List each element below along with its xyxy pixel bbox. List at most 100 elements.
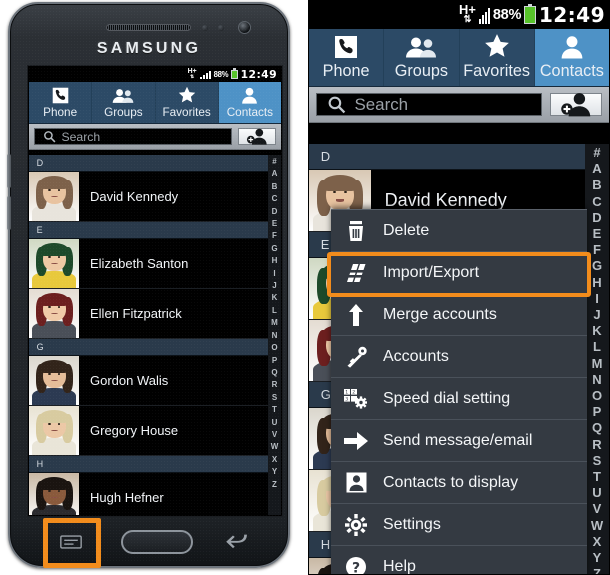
contact-list-small[interactable]: D David Kennedy E Elizabeth Santon Ellen … xyxy=(29,155,281,515)
index-letter[interactable]: I xyxy=(273,268,275,280)
menu-item-accounts[interactable]: Accounts xyxy=(331,336,587,378)
index-letter[interactable]: J xyxy=(272,280,276,292)
tab-phone-label: Phone xyxy=(43,105,78,119)
index-letter[interactable]: W xyxy=(591,518,603,534)
index-letter[interactable]: A xyxy=(272,168,278,180)
index-letter[interactable]: P xyxy=(272,355,277,367)
index-letter[interactable]: O xyxy=(271,342,277,354)
tab-phone[interactable]: Phone xyxy=(29,82,93,123)
back-key[interactable] xyxy=(225,531,249,549)
index-letter[interactable]: X xyxy=(593,534,602,550)
tab-contacts[interactable]: Contacts xyxy=(218,82,281,123)
contact-row[interactable]: David Kennedy xyxy=(29,172,268,222)
index-letter[interactable]: E xyxy=(272,218,277,230)
index-letter[interactable]: U xyxy=(592,485,601,501)
tab-groups[interactable]: Groups xyxy=(384,29,460,86)
index-letter[interactable]: K xyxy=(272,292,278,304)
index-letter[interactable]: K xyxy=(592,323,601,339)
add-contact-button[interactable] xyxy=(238,128,276,145)
index-letter[interactable]: R xyxy=(272,379,278,391)
index-letter[interactable]: G xyxy=(271,243,277,255)
tab-groups[interactable]: Groups xyxy=(92,82,156,123)
tab-bar: Phone Groups Favorites Contacts xyxy=(309,29,609,87)
menu-item-help[interactable]: ? Help xyxy=(331,546,587,574)
tab-favorites-label: Favorites xyxy=(463,61,530,80)
tab-phone-label: Phone xyxy=(322,61,370,80)
index-letter[interactable]: O xyxy=(592,388,602,404)
index-letter[interactable]: L xyxy=(272,305,277,317)
index-letter[interactable]: R xyxy=(592,437,601,453)
index-letter[interactable]: Y xyxy=(593,550,602,566)
index-letter[interactable]: D xyxy=(592,210,601,226)
index-letter[interactable]: S xyxy=(272,392,277,404)
index-letter[interactable]: P xyxy=(593,404,602,420)
index-letter[interactable]: Q xyxy=(592,420,602,436)
index-letter[interactable]: # xyxy=(272,156,276,168)
menu-item-send-message-email[interactable]: Send message/email xyxy=(331,420,587,462)
home-key[interactable] xyxy=(121,530,193,554)
index-letter[interactable]: C xyxy=(592,194,601,210)
index-letter[interactable]: D xyxy=(272,206,278,218)
index-letter[interactable]: Y xyxy=(272,466,277,478)
index-letter[interactable]: G xyxy=(592,258,602,274)
menu-item-contacts-to-display[interactable]: Contacts to display xyxy=(331,462,587,504)
index-letter[interactable]: B xyxy=(592,177,601,193)
index-letter[interactable]: C xyxy=(272,193,278,205)
zoomed-ui-panel: H+ ⇅ 88% 12:49 Phone Groups Favorites Co… xyxy=(308,0,610,575)
proximity-sensor xyxy=(202,25,208,31)
index-letter[interactable]: T xyxy=(272,404,277,416)
volume-up-button[interactable] xyxy=(7,154,11,188)
volume-down-button[interactable] xyxy=(7,196,11,230)
index-letter[interactable]: J xyxy=(593,307,600,323)
menu-item-merge-accounts[interactable]: Merge accounts xyxy=(331,294,587,336)
index-letter[interactable]: A xyxy=(592,161,601,177)
index-letter[interactable]: H xyxy=(272,255,278,267)
search-icon xyxy=(328,96,346,114)
index-letter[interactable]: V xyxy=(593,501,602,517)
index-letter[interactable]: V xyxy=(272,429,277,441)
search-input[interactable]: Search xyxy=(34,128,233,145)
menu-item-label: Delete xyxy=(383,221,430,239)
tab-favorites[interactable]: Favorites xyxy=(156,82,219,123)
contact-row[interactable]: Hugh Hefner xyxy=(29,473,268,515)
index-letter[interactable]: L xyxy=(593,339,601,355)
menu-item-import-export[interactable]: Import/Export xyxy=(331,252,587,294)
index-letter[interactable]: X xyxy=(272,454,277,466)
index-letter[interactable]: # xyxy=(593,145,600,161)
search-input[interactable]: Search xyxy=(315,92,542,117)
tab-favorites[interactable]: Favorites xyxy=(460,29,535,86)
index-letter[interactable]: M xyxy=(271,317,278,329)
alphabet-index-bar[interactable]: # A B C D E F G H I J K L M N O P Q R S T U V W X Y Z xyxy=(585,144,609,574)
options-menu[interactable]: Delete Import/Export Merge accounts Acco… xyxy=(331,209,587,574)
alphabet-index-bar[interactable]: # A B C D E F G H I J K L M N O P Q R S T U V W X Y Z xyxy=(268,155,281,515)
contact-row[interactable]: Gordon Walis xyxy=(29,356,268,406)
index-letter[interactable]: Z xyxy=(593,566,601,574)
index-letter[interactable]: N xyxy=(592,372,601,388)
index-letter[interactable]: F xyxy=(272,230,277,242)
index-letter[interactable]: S xyxy=(593,453,602,469)
index-letter[interactable]: H xyxy=(592,275,601,291)
contact-row[interactable]: Elizabeth Santon xyxy=(29,239,268,289)
index-letter[interactable]: T xyxy=(593,469,601,485)
tab-phone[interactable]: Phone xyxy=(309,29,385,86)
index-letter[interactable]: F xyxy=(593,242,601,258)
index-letter[interactable]: Z xyxy=(272,479,277,491)
contact-row[interactable]: Ellen Fitzpatrick xyxy=(29,289,268,339)
index-letter[interactable]: U xyxy=(272,417,278,429)
index-letter[interactable]: E xyxy=(593,226,602,242)
avatar xyxy=(29,473,79,515)
index-letter[interactable]: B xyxy=(272,181,278,193)
menu-item-delete[interactable]: Delete xyxy=(331,210,587,252)
menu-item-settings[interactable]: Settings xyxy=(331,504,587,546)
contact-row[interactable]: Gregory House xyxy=(29,406,268,456)
menu-item-speed-dial-setting[interactable]: 123 Speed dial setting xyxy=(331,378,587,420)
index-letter[interactable]: I xyxy=(595,291,599,307)
index-letter[interactable]: Q xyxy=(271,367,277,379)
speed-dial-icon: 123 xyxy=(343,388,369,410)
add-contact-button[interactable] xyxy=(549,92,603,117)
status-bar: H+ ⇅ 88% 12:49 xyxy=(309,1,609,29)
index-letter[interactable]: M xyxy=(592,356,603,372)
index-letter[interactable]: W xyxy=(271,441,279,453)
tab-contacts[interactable]: Contacts xyxy=(534,29,609,86)
index-letter[interactable]: N xyxy=(272,330,278,342)
